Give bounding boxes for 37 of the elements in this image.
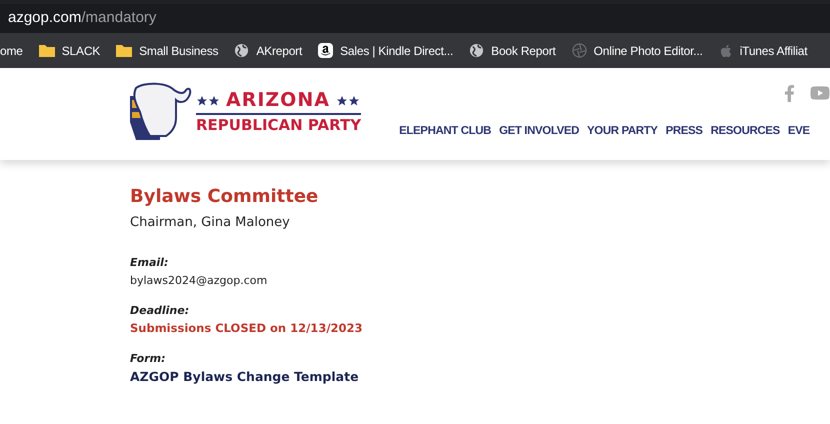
apple-icon <box>718 44 733 58</box>
globe-icon <box>469 43 484 58</box>
aperture-icon <box>572 43 587 58</box>
nav-link[interactable]: YOUR PARTY <box>587 122 658 140</box>
url-domain: azgop.com <box>8 8 82 28</box>
committee-title: Bylaws Committee <box>130 186 320 208</box>
folder-icon <box>38 44 55 57</box>
stars-icon <box>336 94 360 106</box>
nav-link[interactable]: RESOURCES <box>710 122 780 140</box>
template-link[interactable]: AZGOP Bylaws Change Template <box>130 369 830 385</box>
stars-icon <box>196 94 220 106</box>
field-label: Email: <box>130 256 170 270</box>
field-label: Form: <box>130 352 167 366</box>
bookmark[interactable]: ome <box>0 42 23 60</box>
nav-link[interactable]: GET INVOLVED <box>499 122 580 140</box>
field-value: bylaws2024@azgop.com <box>130 274 268 288</box>
party-logo[interactable]: ARIZONA REPUBLICAN PARTY <box>128 82 362 142</box>
bookmark[interactable]: Sales | Kindle Direct... <box>318 42 454 60</box>
logo-title: ARIZONA <box>226 91 330 110</box>
nav-link[interactable]: EVE <box>788 122 810 140</box>
nav-link[interactable]: PRESS <box>666 122 703 140</box>
amazon-icon <box>318 43 334 58</box>
url-path: /mandatory <box>81 8 156 28</box>
bookmark[interactable]: Online Photo Editor... <box>572 42 703 60</box>
address-bar[interactable]: azgop.com/mandatory <box>0 4 830 33</box>
bookmark[interactable]: Small Business <box>116 42 218 60</box>
nav-link[interactable]: ELEPHANT CLUB <box>399 122 492 140</box>
field-label: Deadline: <box>130 304 190 318</box>
bookmark[interactable]: Book Report <box>469 42 556 60</box>
chairman-name: Chairman, Gina Maloney <box>130 214 291 232</box>
bookmark[interactable]: iTunes Affiliat <box>718 42 808 60</box>
field-value: Submissions CLOSED on 12/13/2023 <box>130 321 364 336</box>
logo-subtitle: REPUBLICAN PARTY <box>196 118 362 133</box>
bookmark[interactable]: AKreport <box>234 42 302 60</box>
bookmark[interactable]: SLACK <box>38 42 100 60</box>
globe-icon <box>234 43 250 58</box>
folder-icon <box>116 44 132 57</box>
